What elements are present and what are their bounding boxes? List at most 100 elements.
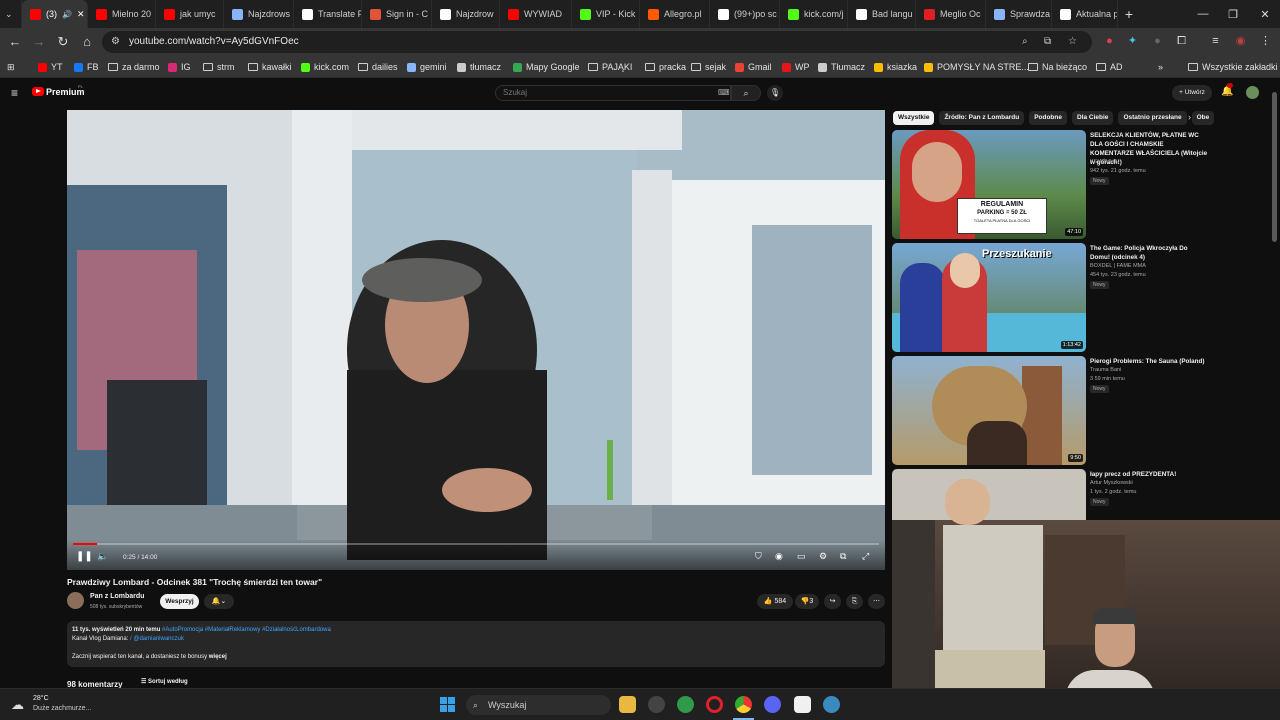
browser-tab[interactable]: (3) 🔊 ✕ — [22, 0, 88, 28]
zoom-icon[interactable]: ⌕ — [1022, 31, 1028, 53]
bookmark-item[interactable]: strm — [203, 60, 235, 74]
bookmark-item[interactable]: pracka — [645, 60, 686, 74]
maximize-button[interactable]: ❐ — [1218, 0, 1248, 28]
bookmark-item[interactable]: za darmo — [108, 60, 160, 74]
filter-chip[interactable]: Źródło: Pan z Lombardu — [939, 111, 1025, 125]
recommendation-item[interactable]: Przeszukanie 1:13:42 The Game: Policja W… — [892, 243, 1222, 353]
autoplay-toggle[interactable]: ◉ — [775, 551, 783, 562]
extension-ai-icon[interactable]: ✦ — [1125, 34, 1140, 49]
filter-chip[interactable]: Dla Ciebie — [1072, 111, 1114, 125]
chrome-icon[interactable] — [735, 696, 752, 713]
new-tab-button[interactable]: + — [1118, 6, 1140, 22]
close-window-button[interactable]: ✕ — [1250, 0, 1280, 28]
recommendation-channel[interactable]: Artur Myszkowski — [1090, 480, 1133, 486]
bookmark-item[interactable]: kawałki — [248, 60, 292, 74]
app-icon[interactable] — [648, 696, 665, 713]
back-button[interactable]: ← — [7, 34, 23, 50]
globe-app-icon[interactable] — [823, 696, 840, 713]
browser-tab[interactable]: Translate F — [294, 0, 362, 28]
browser-tab[interactable]: WYWIAD — [500, 0, 572, 28]
browser-green-icon[interactable] — [677, 696, 694, 713]
extensions-icon[interactable]: ⧠ — [1174, 34, 1189, 49]
tab-search-menu[interactable]: ⌄ — [0, 0, 22, 28]
site-info-icon[interactable]: ⚙ — [111, 31, 120, 53]
bookmark-item[interactable]: Tłumacz — [818, 60, 865, 74]
sponsorblock-icon[interactable]: ⛉ — [755, 551, 762, 562]
taskbar-search[interactable]: ⌕ Wyszukaj — [466, 695, 611, 715]
apps-grid-icon[interactable]: ⊞ — [7, 60, 15, 74]
bookmark-item[interactable]: gemini — [407, 60, 447, 74]
bookmark-item[interactable]: Na bieżąco — [1028, 60, 1087, 74]
recommendation-title[interactable]: The Game: Policja Wkroczyła Do Domu! (od… — [1090, 244, 1208, 262]
bookmark-item[interactable]: ksiazka — [874, 60, 917, 74]
hamburger-menu-icon[interactable]: ≡ — [11, 86, 18, 100]
hashtags[interactable]: #AutoPromocja #MateriałReklamowy #Działa… — [162, 627, 331, 633]
account-avatar[interactable] — [1246, 86, 1259, 99]
weather-cloud-icon[interactable]: ☁ — [11, 697, 24, 713]
bookmark-item[interactable]: Gmail — [735, 60, 772, 74]
recommendation-channel[interactable]: Trauma Bani — [1090, 367, 1121, 373]
miniplayer-icon[interactable]: ⧉ — [840, 551, 846, 562]
sort-comments-button[interactable]: ☰ Sortuj według — [141, 678, 188, 685]
bookmark-item[interactable]: FB — [74, 60, 99, 74]
recommendation-channel[interactable]: BOXDEL | FAME MMA — [1090, 263, 1146, 269]
address-bar[interactable]: ⚙ youtube.com/watch?v=Ay5dGVnFOec ⌕ ⧉ ☆ — [102, 31, 1092, 53]
bookmark-item[interactable]: tłumacz — [457, 60, 501, 74]
search-button[interactable]: ⌕ — [731, 85, 761, 101]
keyboard-icon[interactable]: ⌨ — [718, 86, 730, 100]
progress-bar[interactable] — [73, 543, 879, 545]
all-bookmarks[interactable]: Wszystkie zakładki — [1188, 60, 1278, 74]
profile-avatar[interactable]: ◉ — [1233, 34, 1248, 49]
browser-tab[interactable]: Najzdrow — [432, 0, 500, 28]
like-button[interactable]: 👍 584 — [757, 594, 793, 609]
browser-tab[interactable]: Sign in - C — [362, 0, 432, 28]
obs-icon[interactable] — [794, 696, 811, 713]
weather-desc[interactable]: Duże zachmurze... — [33, 705, 91, 712]
browser-tab[interactable]: Allegro.pl — [640, 0, 710, 28]
page-scrollbar[interactable] — [1272, 92, 1277, 242]
browser-tab[interactable]: Aktualna p — [1052, 0, 1118, 28]
youtube-logo-icon[interactable] — [32, 87, 44, 96]
bookmark-item[interactable]: POMYSŁY NA STRE... — [924, 60, 1029, 74]
reload-button[interactable]: ↻ — [55, 34, 71, 50]
filter-chip[interactable]: Ostatnio przesłane — [1118, 111, 1187, 125]
volume-icon[interactable]: 🔈 — [97, 551, 108, 562]
fullscreen-icon[interactable]: ⤢ — [862, 551, 869, 562]
channel-avatar[interactable] — [67, 592, 84, 609]
support-button[interactable]: Wesprzyj — [160, 594, 199, 609]
browser-tab[interactable]: Sprawdza — [986, 0, 1052, 28]
pause-button[interactable]: ❚❚ — [76, 551, 93, 562]
browser-tab[interactable]: kick.com/j — [780, 0, 848, 28]
video-description[interactable]: 11 tys. wyświetleń 20 min temu #AutoProm… — [67, 621, 885, 667]
channel-name[interactable]: Pan z Lombardu — [90, 593, 144, 600]
install-icon[interactable]: ⧉ — [1044, 31, 1051, 53]
filter-chip[interactable]: Wszystkie — [893, 111, 935, 125]
forward-button[interactable]: → — [31, 34, 47, 50]
subscribed-button[interactable]: 🔔⌄ — [204, 594, 234, 609]
bookmark-item[interactable]: IG — [168, 60, 191, 74]
video-thumbnail[interactable]: Przeszukanie 1:13:42 — [892, 243, 1086, 352]
settings-gear-icon[interactable]: ⚙ — [819, 551, 827, 562]
bookmark-item[interactable]: sejak — [691, 60, 726, 74]
save-button[interactable]: ⎘ — [846, 594, 863, 609]
extension-record-icon[interactable]: ● — [1102, 34, 1117, 49]
recommendation-channel[interactable]: KSIĄŻULO — [1090, 159, 1117, 165]
start-button[interactable] — [440, 697, 456, 713]
recommendation-item[interactable]: REGULAMIN PARKING = 50 ZŁ TOALETA PŁATNA… — [892, 130, 1222, 240]
more-bookmarks-icon[interactable]: » — [1158, 60, 1163, 74]
more-actions-button[interactable]: ⋯ — [868, 594, 885, 609]
file-explorer-icon[interactable] — [619, 696, 636, 713]
bookmark-item[interactable]: PAJĄKI — [588, 60, 632, 74]
recommendation-title[interactable]: łapy precz od PREZYDENTA! — [1090, 470, 1208, 479]
bookmark-item[interactable]: dailies — [358, 60, 398, 74]
bookmark-item[interactable]: Mapy Google — [513, 60, 580, 74]
chrome-menu-icon[interactable]: ⋮ — [1258, 34, 1273, 49]
subtitles-icon[interactable]: ▭ — [797, 551, 806, 562]
filter-chip[interactable]: Podobne — [1029, 111, 1067, 125]
discord-icon[interactable] — [764, 696, 781, 713]
voice-search-button[interactable]: 🎙 — [767, 85, 783, 101]
vlog-link[interactable]: / @damianiwanczuk — [130, 636, 184, 642]
opera-icon[interactable] — [706, 696, 723, 713]
weather-temp[interactable]: 28°C — [33, 695, 49, 702]
tab-close-icon[interactable]: ✕ — [77, 9, 85, 20]
